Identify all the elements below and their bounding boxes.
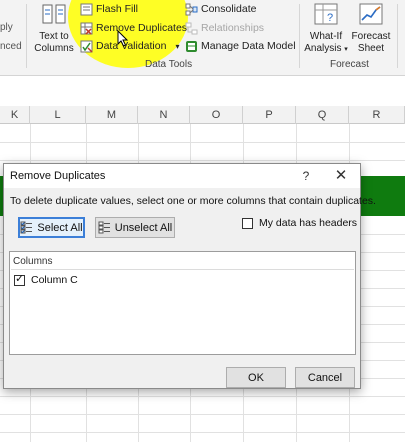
help-icon[interactable]: ? xyxy=(298,167,314,185)
manage-data-model-button[interactable]: Manage Data Model xyxy=(185,38,296,54)
what-if-analysis-icon: ? xyxy=(314,3,338,25)
ribbon: ply nced Text to Columns Flash Fill Remo… xyxy=(0,0,405,76)
what-if-label-2: Analysis xyxy=(304,43,342,54)
headers-checkbox-box[interactable] xyxy=(242,217,253,229)
what-if-label-1: What-If xyxy=(309,31,343,42)
consolidate-label: Consolidate xyxy=(201,3,257,15)
partial-ribbon-label-bottom: nced xyxy=(0,41,22,52)
forecast-group-label: Forecast xyxy=(330,59,369,70)
column-header-p[interactable]: P xyxy=(243,106,296,124)
column-header-r[interactable]: R xyxy=(349,106,405,124)
dialog-title: Remove Duplicates xyxy=(10,170,106,182)
column-item-label: Column C xyxy=(31,274,78,286)
formula-bar-area xyxy=(0,76,405,106)
grid-line xyxy=(0,414,405,415)
grid-line xyxy=(0,432,405,433)
data-validation-dropdown-icon[interactable]: ▾ xyxy=(175,42,179,51)
remove-duplicates-label: Remove Duplicates xyxy=(96,22,188,34)
dialog-title-bar[interactable]: Remove Duplicates ? ✕ xyxy=(4,164,360,188)
relationships-label: Relationships xyxy=(201,22,265,34)
flash-fill-icon xyxy=(80,3,93,16)
column-header-l[interactable]: L xyxy=(30,106,86,124)
ok-button[interactable]: OK xyxy=(226,367,286,388)
column-header-o[interactable]: O xyxy=(190,106,243,124)
group-separator xyxy=(26,4,27,68)
group-separator xyxy=(397,4,398,68)
data-tools-group-label: Data Tools xyxy=(145,59,193,70)
text-to-columns-label-2: Columns xyxy=(34,43,74,54)
unselect-all-button[interactable]: Unselect All xyxy=(95,217,175,238)
select-all-label: Select All xyxy=(37,221,83,234)
text-to-columns-label-1: Text to xyxy=(39,31,69,42)
remove-duplicates-button[interactable]: Remove Duplicates xyxy=(80,20,187,36)
columns-list: Columns ✓ Column C xyxy=(9,251,356,355)
manage-data-model-icon xyxy=(185,40,198,53)
my-data-has-headers-label: My data has headers xyxy=(259,217,358,229)
column-header-k[interactable]: K xyxy=(0,106,30,124)
select-all-button[interactable]: Select All xyxy=(18,217,85,238)
flash-fill-button[interactable]: Flash Fill xyxy=(80,1,138,17)
text-to-columns-icon xyxy=(42,4,66,24)
relationships-button[interactable]: Relationships xyxy=(185,20,264,36)
mouse-pointer-icon xyxy=(117,30,129,47)
checkmark-icon: ✓ xyxy=(15,272,25,285)
relationships-icon xyxy=(185,22,198,35)
column-list-item[interactable]: ✓ Column C xyxy=(14,272,78,286)
consolidate-icon xyxy=(185,3,198,16)
what-if-analysis-button[interactable]: ? What-If Analysis ▾ xyxy=(303,2,349,58)
ok-label: OK xyxy=(248,371,264,384)
cancel-label: Cancel xyxy=(307,371,343,384)
grid-line xyxy=(0,396,405,397)
remove-duplicates-dialog: Remove Duplicates ? ✕ To delete duplicat… xyxy=(3,163,376,389)
unselect-all-label: Unselect All xyxy=(114,221,173,234)
forecast-sheet-label-1: Forecast xyxy=(351,31,391,42)
select-all-icon xyxy=(20,221,33,234)
data-validation-button[interactable]: Data Validation ▾ xyxy=(80,38,179,54)
column-header-m[interactable]: M xyxy=(86,106,138,124)
columns-list-header: Columns xyxy=(13,256,53,267)
data-validation-icon xyxy=(80,40,93,53)
svg-text:?: ? xyxy=(327,12,333,24)
data-validation-label: Data Validation xyxy=(96,40,167,52)
manage-data-model-label: Manage Data Model xyxy=(201,40,296,52)
column-header-q[interactable]: Q xyxy=(296,106,349,124)
my-data-has-headers-checkbox[interactable]: My data has headers xyxy=(242,217,357,229)
forecast-sheet-icon xyxy=(359,3,383,25)
close-icon[interactable]: ✕ xyxy=(332,167,350,185)
group-separator xyxy=(299,4,300,68)
what-if-dropdown-icon: ▾ xyxy=(344,46,348,53)
column-header-n[interactable]: N xyxy=(138,106,190,124)
forecast-sheet-label-2: Sheet xyxy=(357,43,385,54)
remove-duplicates-icon xyxy=(80,22,93,35)
text-to-columns-button[interactable]: Text to Columns xyxy=(33,2,75,58)
column-headers: K L M N O P Q R xyxy=(0,106,405,124)
grid-line xyxy=(0,142,405,143)
dialog-instruction: To delete duplicate values, select one o… xyxy=(10,195,376,207)
consolidate-button[interactable]: Consolidate xyxy=(185,1,256,17)
column-checkbox[interactable]: ✓ xyxy=(14,272,25,286)
partial-ribbon-label-top: ply xyxy=(0,22,13,33)
grid-line xyxy=(0,160,405,161)
cancel-button[interactable]: Cancel xyxy=(295,367,355,388)
forecast-sheet-button[interactable]: Forecast Sheet xyxy=(350,2,392,58)
flash-fill-label: Flash Fill xyxy=(96,3,139,15)
columns-header-divider xyxy=(11,269,354,270)
unselect-all-icon xyxy=(98,221,110,234)
